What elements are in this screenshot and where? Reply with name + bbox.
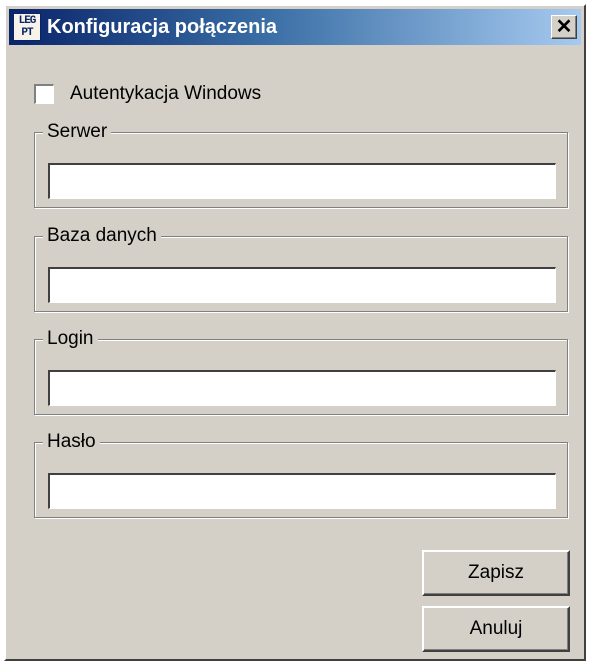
password-input[interactable] [48, 473, 556, 509]
server-label: Serwer [43, 120, 112, 144]
login-label: Login [43, 327, 98, 351]
database-group: Baza danych [34, 224, 568, 312]
close-button[interactable]: ✕ [551, 15, 577, 39]
cancel-button[interactable]: Anuluj [422, 606, 570, 652]
server-group: Serwer [34, 120, 568, 208]
cancel-button-label: Anuluj [469, 618, 523, 639]
login-group: Login [34, 327, 568, 415]
app-logo-icon: LEG PT [13, 13, 41, 41]
login-input[interactable] [48, 370, 556, 406]
windows-auth-checkbox[interactable] [34, 84, 54, 104]
windows-auth-option[interactable]: Autentykacja Windows [34, 82, 261, 106]
database-label: Baza danych [43, 224, 161, 248]
server-input[interactable] [48, 163, 556, 199]
window-title: Konfiguracja połączenia [47, 16, 278, 38]
save-button-label: Zapisz [468, 562, 524, 583]
database-input[interactable] [48, 267, 556, 303]
windows-auth-label[interactable]: Autentykacja Windows [70, 83, 261, 105]
app-logo-text-top: LEG [18, 15, 37, 27]
connection-config-dialog: LEG PT Konfiguracja połączenia ✕ Autenty… [4, 4, 586, 661]
password-label: Hasło [43, 430, 100, 454]
save-button[interactable]: Zapisz [422, 550, 570, 596]
app-logo-text-bottom: PT [21, 27, 33, 39]
close-icon: ✕ [555, 16, 573, 38]
password-group: Hasło [34, 430, 568, 518]
title-bar[interactable]: LEG PT Konfiguracja połączenia ✕ [9, 9, 581, 45]
